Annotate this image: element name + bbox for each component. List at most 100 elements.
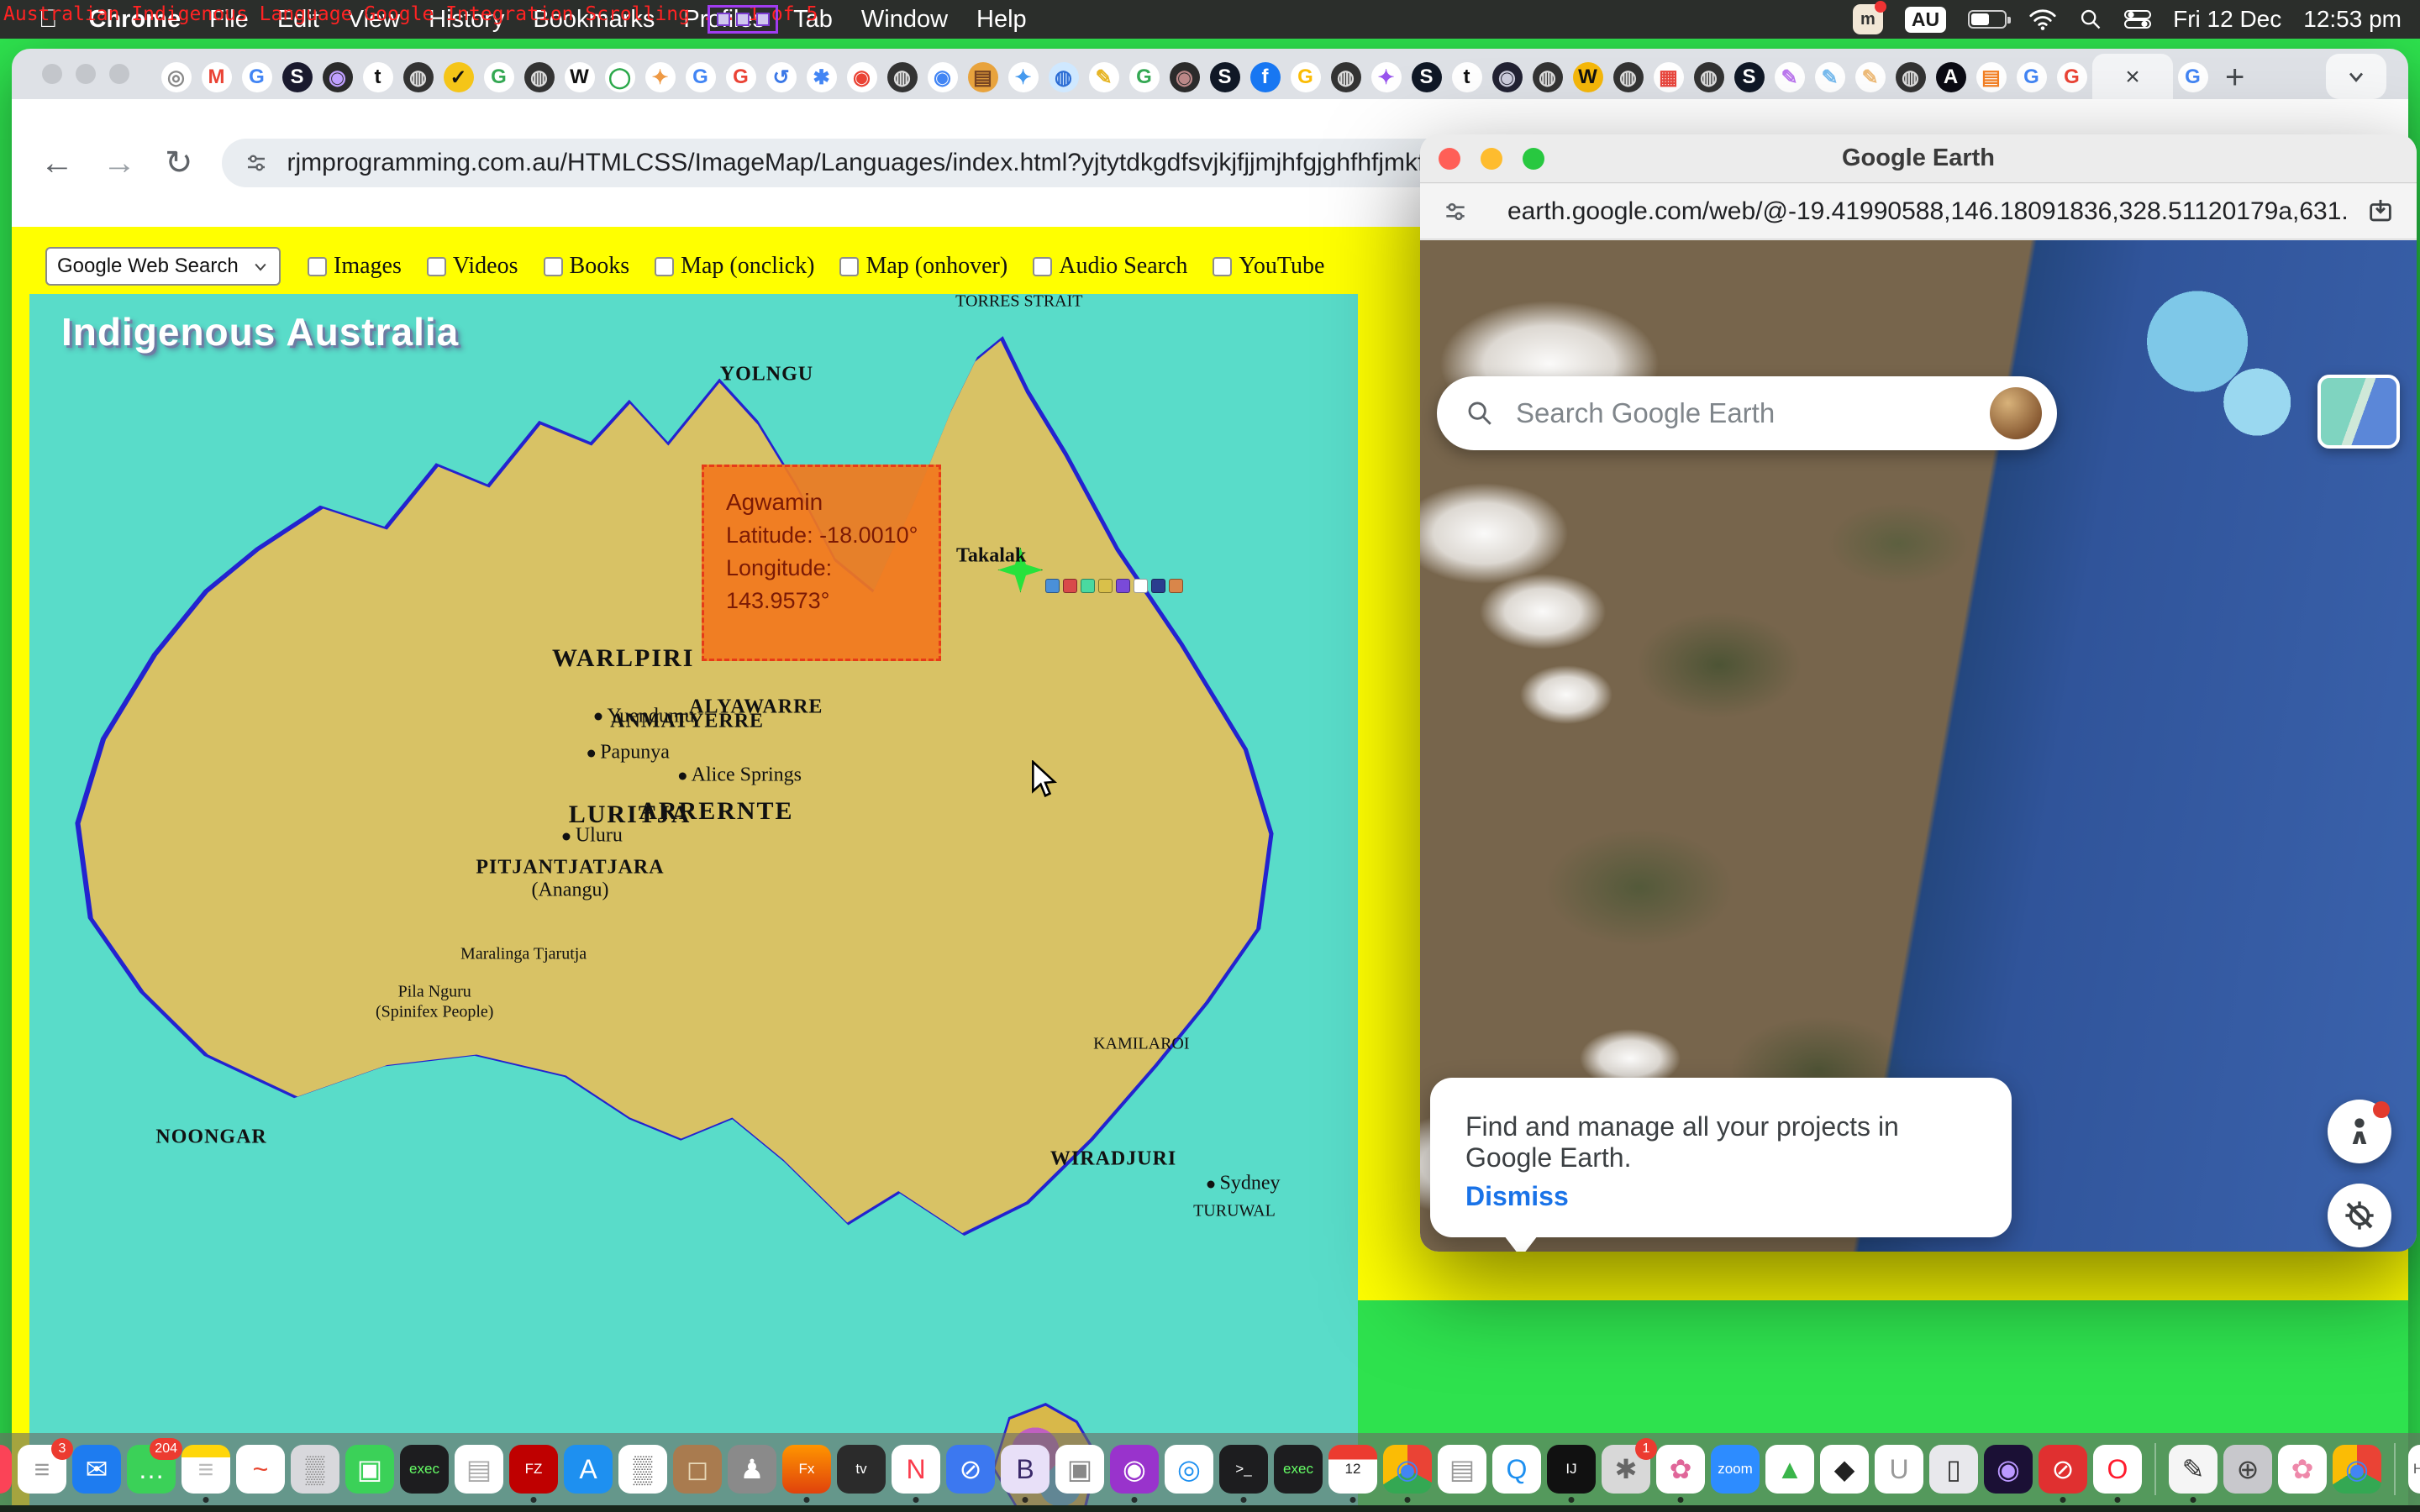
browser-tab[interactable]: ◍: [1528, 58, 1567, 97]
browser-tab[interactable]: M: [197, 58, 236, 97]
my-location-disabled-button[interactable]: [2328, 1184, 2391, 1247]
browser-tab[interactable]: ✎: [1810, 58, 1849, 97]
browser-tab[interactable]: W: [1568, 58, 1607, 97]
option-checkbox-books[interactable]: Books: [544, 253, 630, 280]
dock-item[interactable]: ⊘: [946, 1445, 995, 1494]
ge-search-bar[interactable]: Search Google Earth: [1437, 376, 2057, 450]
browser-tab[interactable]: ✎: [1850, 58, 1890, 97]
dock-item[interactable]: tv: [837, 1445, 886, 1494]
browser-tab[interactable]: ◍: [519, 58, 559, 97]
browser-tab[interactable]: t: [1447, 58, 1486, 97]
option-checkbox-map-onhover-[interactable]: Map (onhover): [839, 253, 1007, 280]
browser-tab[interactable]: ↺: [761, 58, 801, 97]
browser-tab[interactable]: ▤: [963, 58, 1002, 97]
browser-tab[interactable]: G: [2012, 58, 2051, 97]
dock-item[interactable]: Fx: [782, 1445, 831, 1494]
dock-item[interactable]: ▣: [1055, 1445, 1104, 1494]
dock-item[interactable]: ◉: [1110, 1445, 1159, 1494]
browser-tab[interactable]: ◉: [923, 58, 962, 97]
spotlight-search-icon[interactable]: [2079, 8, 2102, 31]
ge-window-controls[interactable]: [1439, 148, 1544, 170]
browser-tab[interactable]: ✓: [439, 58, 478, 97]
ge-overview-minimap[interactable]: [2317, 375, 2400, 449]
browser-tab[interactable]: ✦: [1003, 58, 1043, 97]
dock-item[interactable]: ✱1: [1602, 1445, 1650, 1494]
forward-button[interactable]: →: [103, 144, 136, 182]
dock-item[interactable]: ▤: [455, 1445, 503, 1494]
reload-button[interactable]: ↻: [165, 144, 193, 182]
dock-item[interactable]: IJ: [1547, 1445, 1596, 1494]
menu-help[interactable]: Help: [976, 6, 1027, 34]
option-checkbox-map-onclick-[interactable]: Map (onclick): [655, 253, 814, 280]
browser-tab[interactable]: ◎: [156, 58, 196, 97]
browser-tab[interactable]: ✎: [1084, 58, 1123, 97]
dock-item[interactable]: ~: [236, 1445, 285, 1494]
dock-item[interactable]: ▯: [1929, 1445, 1978, 1494]
dock-item[interactable]: FZ: [509, 1445, 558, 1494]
dock-item[interactable]: ▤: [1438, 1445, 1486, 1494]
browser-tab[interactable]: ◍: [1044, 58, 1083, 97]
site-settings-icon[interactable]: [1442, 198, 1469, 225]
browser-tab[interactable]: S: [1729, 58, 1769, 97]
browser-tab[interactable]: ◍: [1608, 58, 1648, 97]
dock-item[interactable]: …204: [127, 1445, 176, 1494]
browser-tab[interactable]: G: [1124, 58, 1164, 97]
dock-item[interactable]: ♪: [0, 1445, 12, 1494]
dock-item[interactable]: ⊕: [2223, 1445, 2272, 1494]
australia-language-regions[interactable]: [55, 330, 1333, 1380]
browser-tab[interactable]: ◍: [1891, 58, 1930, 97]
browser-tab[interactable]: S: [1407, 58, 1446, 97]
install-app-icon[interactable]: [2366, 197, 2395, 226]
browser-tab[interactable]: G: [721, 58, 760, 97]
new-tab-button[interactable]: +: [2225, 59, 2244, 97]
dock-item[interactable]: exec: [400, 1445, 449, 1494]
browser-tab[interactable]: ✎: [1770, 58, 1809, 97]
ge-satellite-view[interactable]: Search Google Earth Find and manage all …: [1420, 240, 2417, 1252]
dock-item[interactable]: ◎: [1165, 1445, 1213, 1494]
ge-titlebar[interactable]: Google Earth: [1420, 134, 2417, 183]
browser-tab[interactable]: ▦: [1649, 58, 1688, 97]
browser-tab[interactable]: G: [1286, 58, 1325, 97]
browser-tab[interactable]: f: [1245, 58, 1285, 97]
dock-item[interactable]: ♟: [728, 1445, 776, 1494]
zoom-button[interactable]: [1523, 148, 1544, 170]
option-checkbox-videos[interactable]: Videos: [427, 253, 518, 280]
dock-item[interactable]: ▣: [345, 1445, 394, 1494]
menu-time[interactable]: 12:53 pm: [2303, 6, 2402, 33]
control-center-icon[interactable]: [2124, 9, 2151, 29]
browser-tab[interactable]: ✦: [640, 58, 680, 97]
dock-item[interactable]: ✿: [1656, 1445, 1705, 1494]
browser-tab[interactable]: ◉: [1165, 58, 1204, 97]
browser-tab[interactable]: ◍: [882, 58, 922, 97]
dock-item[interactable]: ◉: [1984, 1445, 2033, 1494]
browser-tab[interactable]: G: [2173, 58, 2212, 97]
browser-tab[interactable]: ✦: [1366, 58, 1406, 97]
close-button[interactable]: [1439, 148, 1460, 170]
minimize-button[interactable]: [1481, 148, 1502, 170]
dock-item[interactable]: ≡: [182, 1445, 230, 1494]
browser-tab[interactable]: S: [1205, 58, 1244, 97]
dock-item[interactable]: A: [564, 1445, 613, 1494]
dock-item[interactable]: N: [892, 1445, 940, 1494]
avatar[interactable]: [1990, 387, 2042, 439]
browser-tab[interactable]: ▤: [1971, 58, 2011, 97]
browser-tab[interactable]: G: [237, 58, 276, 97]
dock-item[interactable]: HTML: [2408, 1445, 2420, 1494]
dock-item[interactable]: B: [1001, 1445, 1050, 1494]
window-controls-inactive[interactable]: [42, 64, 129, 84]
dock-item[interactable]: ◻: [673, 1445, 722, 1494]
ge-address-bar[interactable]: earth.google.com/web/@-19.41990588,146.1…: [1420, 184, 2417, 239]
dock-item[interactable]: 12: [1328, 1445, 1377, 1494]
wifi-icon[interactable]: [2028, 8, 2057, 30]
dock-item[interactable]: ✉: [72, 1445, 121, 1494]
dock-item[interactable]: Q: [1492, 1445, 1541, 1494]
dock-item[interactable]: ⊘: [2039, 1445, 2087, 1494]
menubar-app-icon[interactable]: m: [1853, 4, 1883, 34]
browser-tab[interactable]: t: [358, 58, 397, 97]
browser-tab[interactable]: G: [681, 58, 720, 97]
input-source-badge[interactable]: AU: [1905, 7, 1946, 33]
indigenous-australia-map[interactable]: Indigenous Australia TORRES STRAITYOLNGU…: [29, 294, 1358, 1507]
menu-date[interactable]: Fri 12 Dec: [2173, 6, 2281, 33]
browser-tab[interactable]: ◉: [842, 58, 881, 97]
browser-tab[interactable]: ◯: [600, 58, 639, 97]
